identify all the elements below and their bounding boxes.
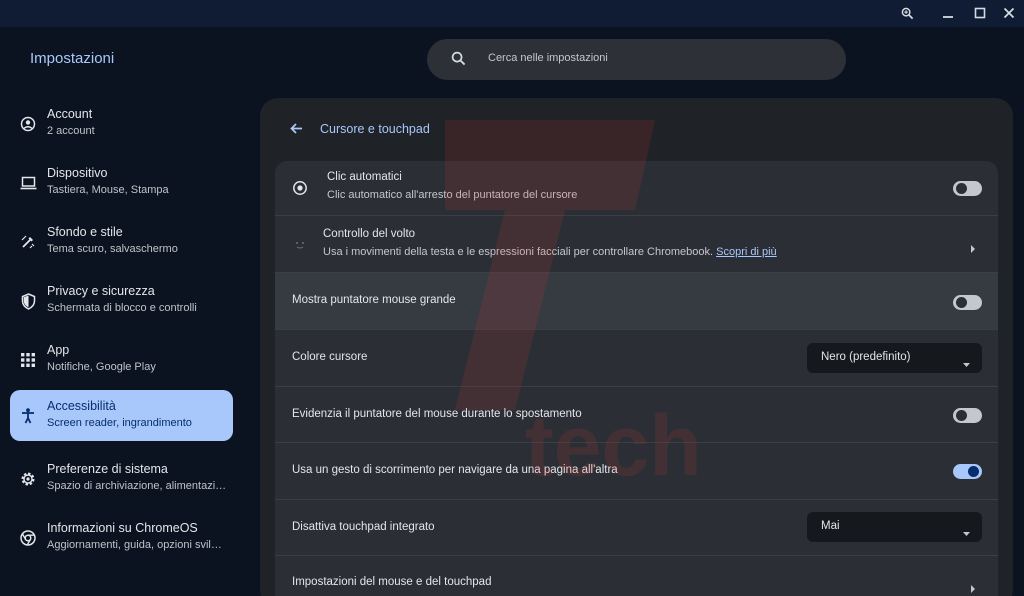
highlight-pointer-title: Evidenzia il puntatore del mouse durante…	[292, 408, 582, 420]
dropdown-arrow-icon	[963, 355, 970, 373]
disable-touchpad-row: Disattiva touchpad integrato Mai	[275, 500, 998, 556]
learn-more-link[interactable]: Scopri di più	[716, 246, 777, 258]
sidebar-item-device[interactable]: Dispositivo Tastiera, Mouse, Stampa	[10, 157, 233, 208]
chevron-right-icon	[970, 580, 976, 596]
sidebar-item-subtitle: Notifiche, Google Play	[47, 361, 156, 373]
sidebar-item-subtitle: 2 account	[47, 125, 95, 137]
mouse-settings-row[interactable]: Impostazioni del mouse e del touchpad	[275, 556, 998, 596]
settings-card: Clic automatici Clic automatico all'arre…	[275, 161, 998, 596]
accessibility-icon	[19, 407, 37, 425]
back-arrow-icon[interactable]	[289, 121, 304, 141]
main-panel: Cursore e touchpad Clic automatici Clic …	[260, 98, 1013, 596]
sidebar-item-title: Preferenze di sistema	[47, 462, 168, 476]
maximize-icon[interactable]	[970, 4, 990, 22]
sidebar-item-system[interactable]: Preferenze di sistema Spazio di archivia…	[10, 453, 233, 504]
cursor-color-title: Colore cursore	[292, 351, 368, 363]
autoclick-row[interactable]: Clic automatici Clic automatico all'arre…	[275, 161, 998, 216]
autoclick-subtitle: Clic automatico all'arresto del puntator…	[327, 189, 578, 201]
page-title: Cursore e touchpad	[320, 122, 430, 136]
sidebar-item-title: App	[47, 343, 70, 357]
mouse-settings-title: Impostazioni del mouse e del touchpad	[292, 576, 492, 588]
swipe-nav-row[interactable]: Usa un gesto di scorrimento per navigare…	[275, 443, 998, 500]
search-input[interactable]: Cerca nelle impostazioni	[427, 39, 846, 80]
sidebar-item-accessibility[interactable]: Accessibilità Screen reader, ingrandimen…	[10, 390, 233, 441]
swipe-nav-title: Usa un gesto di scorrimento per navigare…	[292, 464, 618, 476]
autoclick-title: Clic automatici	[327, 171, 402, 183]
sidebar-item-title: Privacy e sicurezza	[47, 284, 155, 298]
sidebar-item-account[interactable]: Account 2 account	[10, 98, 233, 149]
apps-grid-icon	[19, 351, 37, 369]
face-control-row[interactable]: Controllo del volto Usa i movimenti dell…	[275, 216, 998, 273]
sidebar-item-subtitle: Screen reader, ingrandimento	[47, 417, 192, 429]
face-control-icon	[292, 236, 308, 257]
autoclick-icon	[292, 180, 308, 201]
swipe-nav-toggle[interactable]	[953, 464, 982, 479]
app-title: Impostazioni	[30, 50, 115, 67]
title-bar	[0, 0, 1024, 27]
laptop-icon	[19, 174, 37, 192]
brush-icon	[19, 233, 37, 251]
large-pointer-toggle[interactable]	[953, 295, 982, 310]
minimize-icon[interactable]	[938, 4, 958, 22]
face-control-subtitle: Usa i movimenti della testa e le espress…	[323, 246, 777, 258]
sidebar-item-title: Sfondo e stile	[47, 225, 123, 239]
large-pointer-row[interactable]: Mostra puntatore mouse grande	[275, 273, 998, 330]
dropdown-arrow-icon	[963, 524, 970, 542]
cursor-color-value: Nero (predefinito)	[821, 351, 911, 363]
sidebar-item-subtitle: Tema scuro, salvaschermo	[47, 243, 178, 255]
chrome-icon	[19, 529, 37, 547]
sidebar-item-title: Account	[47, 107, 93, 121]
sidebar-item-privacy[interactable]: Privacy e sicurezza Schermata di blocco …	[10, 275, 233, 326]
large-pointer-title: Mostra puntatore mouse grande	[292, 294, 456, 306]
sidebar-item-subtitle: Spazio di archiviazione, alimentazione, …	[47, 480, 227, 492]
sidebar-item-subtitle: Aggiornamenti, guida, opzioni sviluppato…	[47, 539, 227, 551]
disable-touchpad-value: Mai	[821, 520, 840, 532]
search-placeholder: Cerca nelle impostazioni	[488, 52, 608, 64]
zoom-icon[interactable]	[897, 4, 917, 22]
sidebar-item-title: Accessibilità	[47, 399, 116, 413]
sidebar-item-apps[interactable]: App Notifiche, Google Play	[10, 334, 233, 385]
sidebar-item-style[interactable]: Sfondo e stile Tema scuro, salvaschermo	[10, 216, 233, 267]
disable-touchpad-select[interactable]: Mai	[807, 512, 982, 542]
highlight-pointer-row[interactable]: Evidenzia il puntatore del mouse durante…	[275, 387, 998, 443]
disable-touchpad-title: Disattiva touchpad integrato	[292, 521, 435, 533]
shield-icon	[19, 292, 37, 310]
cursor-color-row: Colore cursore Nero (predefinito)	[275, 330, 998, 387]
cursor-color-select[interactable]: Nero (predefinito)	[807, 343, 982, 373]
account-icon	[19, 115, 37, 133]
sidebar-item-title: Informazioni su ChromeOS	[47, 521, 198, 535]
sidebar-item-title: Dispositivo	[47, 166, 108, 180]
sidebar-item-subtitle: Tastiera, Mouse, Stampa	[47, 184, 169, 196]
chevron-right-icon	[970, 240, 976, 258]
close-icon[interactable]	[999, 4, 1019, 22]
autoclick-toggle[interactable]	[953, 181, 982, 196]
sidebar-item-subtitle: Schermata di blocco e controlli	[47, 302, 197, 314]
search-icon	[451, 51, 466, 71]
face-control-title: Controllo del volto	[323, 228, 416, 240]
sidebar-item-about[interactable]: Informazioni su ChromeOS Aggiornamenti, …	[10, 512, 233, 563]
gear-icon	[19, 470, 37, 488]
highlight-pointer-toggle[interactable]	[953, 408, 982, 423]
